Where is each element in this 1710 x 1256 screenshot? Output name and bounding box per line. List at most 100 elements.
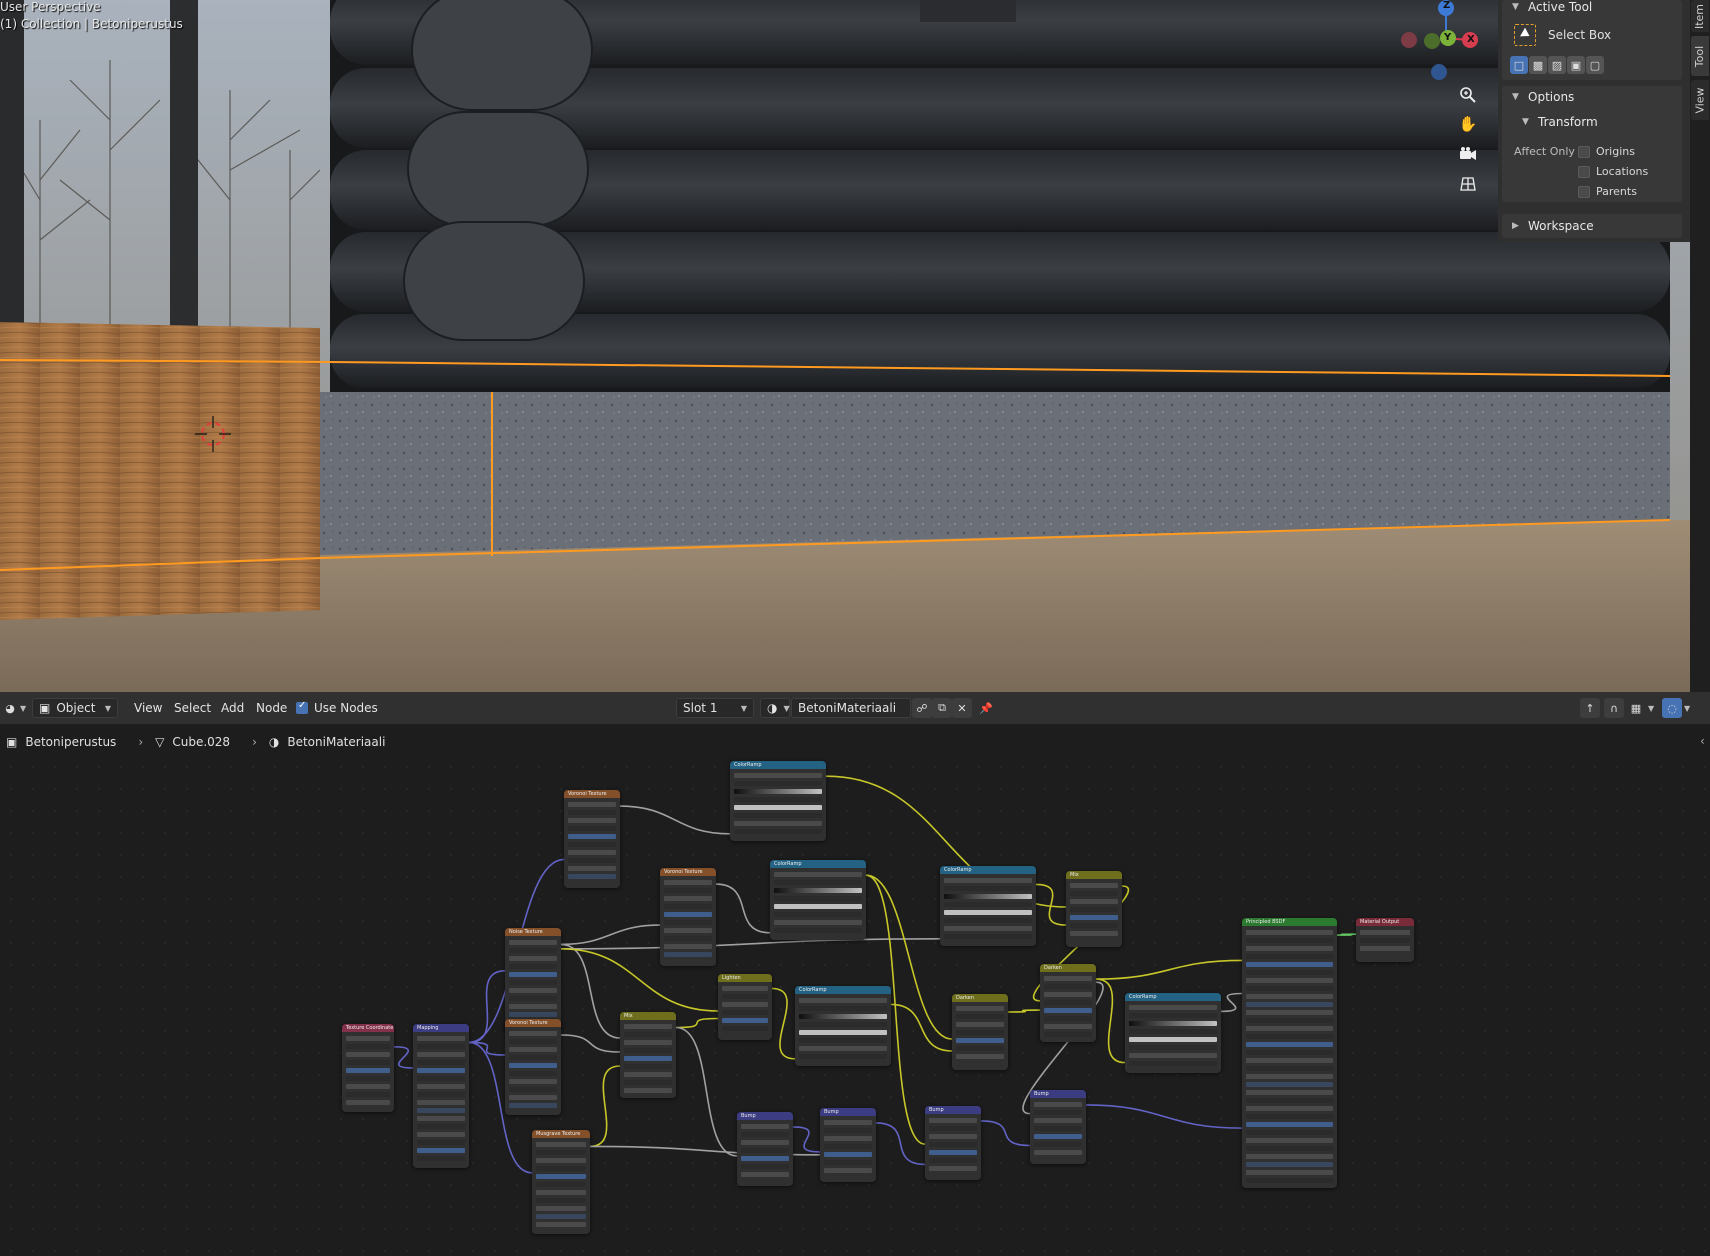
node-field[interactable] bbox=[1044, 984, 1092, 989]
node-field[interactable] bbox=[929, 1158, 977, 1163]
node-field[interactable] bbox=[509, 1039, 557, 1044]
node-field[interactable] bbox=[509, 1063, 557, 1068]
node-field[interactable] bbox=[536, 1214, 586, 1219]
checkbox-origins[interactable]: Origins bbox=[1578, 145, 1635, 158]
node-field[interactable] bbox=[1034, 1150, 1082, 1155]
node-link[interactable] bbox=[1085, 1104, 1243, 1129]
node-field[interactable] bbox=[774, 928, 862, 933]
node-field[interactable] bbox=[956, 1022, 1004, 1027]
node-field[interactable] bbox=[509, 996, 557, 1001]
node-field[interactable] bbox=[1246, 1026, 1333, 1031]
node-link[interactable] bbox=[560, 943, 621, 1039]
pin-button[interactable]: 📌 bbox=[976, 698, 996, 718]
node-field[interactable] bbox=[417, 1076, 465, 1081]
node-field[interactable] bbox=[1246, 946, 1333, 951]
node-field[interactable] bbox=[799, 998, 887, 1003]
checkbox-locations[interactable]: Locations bbox=[1578, 165, 1648, 178]
node-field[interactable] bbox=[799, 1030, 887, 1035]
node-field[interactable] bbox=[624, 1064, 672, 1069]
node-field[interactable] bbox=[1129, 1037, 1217, 1042]
node-darken2[interactable]: Darken bbox=[1040, 964, 1096, 1042]
node-field[interactable] bbox=[346, 1100, 390, 1105]
node-bump1[interactable]: Bump bbox=[737, 1112, 793, 1186]
node-field[interactable] bbox=[1246, 962, 1333, 967]
node-field[interactable] bbox=[346, 1092, 390, 1097]
zoom-icon[interactable] bbox=[1455, 82, 1481, 108]
node-field[interactable] bbox=[346, 1076, 390, 1081]
node-darken1[interactable]: Darken bbox=[952, 994, 1008, 1070]
node-field[interactable] bbox=[568, 826, 616, 831]
node-field[interactable] bbox=[346, 1084, 390, 1089]
node-field[interactable] bbox=[1070, 899, 1118, 904]
node-field[interactable] bbox=[1246, 1034, 1333, 1039]
node-field[interactable] bbox=[1070, 931, 1118, 936]
locations-checkbox[interactable] bbox=[1578, 165, 1590, 178]
node-field[interactable] bbox=[734, 805, 822, 810]
node-field[interactable] bbox=[568, 842, 616, 847]
origins-checkbox[interactable] bbox=[1578, 145, 1590, 158]
node-ramp5[interactable]: ColorRamp bbox=[1125, 993, 1221, 1073]
node-link[interactable] bbox=[675, 1017, 719, 1029]
node-link[interactable] bbox=[1220, 992, 1243, 1013]
material-browse-button[interactable]: ◑ ▼ bbox=[760, 698, 790, 718]
node-field[interactable] bbox=[417, 1148, 465, 1153]
use-nodes-checkbox[interactable]: ✓ bbox=[296, 700, 308, 714]
3d-viewport[interactable]: User Perspective (1) Collection | Betoni… bbox=[0, 0, 1690, 692]
node-field[interactable] bbox=[417, 1060, 465, 1065]
node-bsdf[interactable]: Principled BSDF bbox=[1242, 918, 1337, 1188]
node-field[interactable] bbox=[664, 944, 712, 949]
node-link[interactable] bbox=[675, 1026, 738, 1157]
node-voronoi3[interactable]: Voronoi Texture bbox=[660, 868, 716, 966]
object-mode-dropdown[interactable]: ▣ Object ▼ bbox=[32, 698, 118, 718]
node-field[interactable] bbox=[509, 1031, 557, 1036]
node-field[interactable] bbox=[1246, 1090, 1333, 1095]
menu-select[interactable]: Select bbox=[174, 698, 211, 718]
node-field[interactable] bbox=[824, 1168, 872, 1173]
node-field[interactable] bbox=[417, 1100, 465, 1105]
parents-checkbox[interactable] bbox=[1578, 185, 1590, 198]
node-field[interactable] bbox=[824, 1128, 872, 1133]
node-bump4[interactable]: Bump bbox=[1030, 1090, 1086, 1164]
node-field[interactable] bbox=[956, 1030, 1004, 1035]
node-field[interactable] bbox=[774, 896, 862, 901]
node-field[interactable] bbox=[664, 904, 712, 909]
node-field[interactable] bbox=[741, 1148, 789, 1153]
node-field[interactable] bbox=[664, 928, 712, 933]
node-field[interactable] bbox=[944, 918, 1032, 923]
node-field[interactable] bbox=[664, 888, 712, 893]
slot-dropdown[interactable]: Slot 1 ▼ bbox=[676, 698, 754, 718]
node-field[interactable] bbox=[799, 1046, 887, 1051]
node-field[interactable] bbox=[1246, 1178, 1333, 1183]
mode-new-icon[interactable]: □ bbox=[1510, 56, 1528, 74]
node-field[interactable] bbox=[929, 1118, 977, 1123]
node-field[interactable] bbox=[417, 1116, 465, 1121]
node-field[interactable] bbox=[1246, 1098, 1333, 1103]
node-field[interactable] bbox=[722, 994, 768, 999]
node-field[interactable] bbox=[1246, 1122, 1333, 1127]
node-link[interactable] bbox=[875, 1122, 926, 1166]
mode-intersect-icon[interactable]: ▢ bbox=[1586, 56, 1604, 74]
node-field[interactable] bbox=[624, 1048, 672, 1053]
node-field[interactable] bbox=[741, 1156, 789, 1161]
node-field[interactable] bbox=[568, 858, 616, 863]
node-field[interactable] bbox=[1034, 1126, 1082, 1131]
node-field[interactable] bbox=[624, 1088, 672, 1093]
node-field[interactable] bbox=[536, 1142, 586, 1147]
node-field[interactable] bbox=[824, 1144, 872, 1149]
node-field[interactable] bbox=[417, 1068, 465, 1073]
camera-icon[interactable] bbox=[1455, 141, 1481, 167]
node-field[interactable] bbox=[1360, 938, 1410, 943]
checkbox-parents[interactable]: Parents bbox=[1578, 185, 1637, 198]
node-field[interactable] bbox=[734, 821, 822, 826]
node-field[interactable] bbox=[741, 1132, 789, 1137]
node-field[interactable] bbox=[1246, 1074, 1333, 1079]
node-field[interactable] bbox=[929, 1142, 977, 1147]
node-mix1[interactable]: Mix bbox=[620, 1012, 676, 1098]
node-field[interactable] bbox=[624, 1024, 672, 1029]
node-field[interactable] bbox=[741, 1164, 789, 1169]
ortho-grid-icon[interactable] bbox=[1455, 171, 1481, 197]
node-field[interactable] bbox=[536, 1166, 586, 1171]
node-field[interactable] bbox=[1044, 976, 1092, 981]
node-field[interactable] bbox=[722, 1010, 768, 1015]
node-field[interactable] bbox=[417, 1084, 465, 1089]
